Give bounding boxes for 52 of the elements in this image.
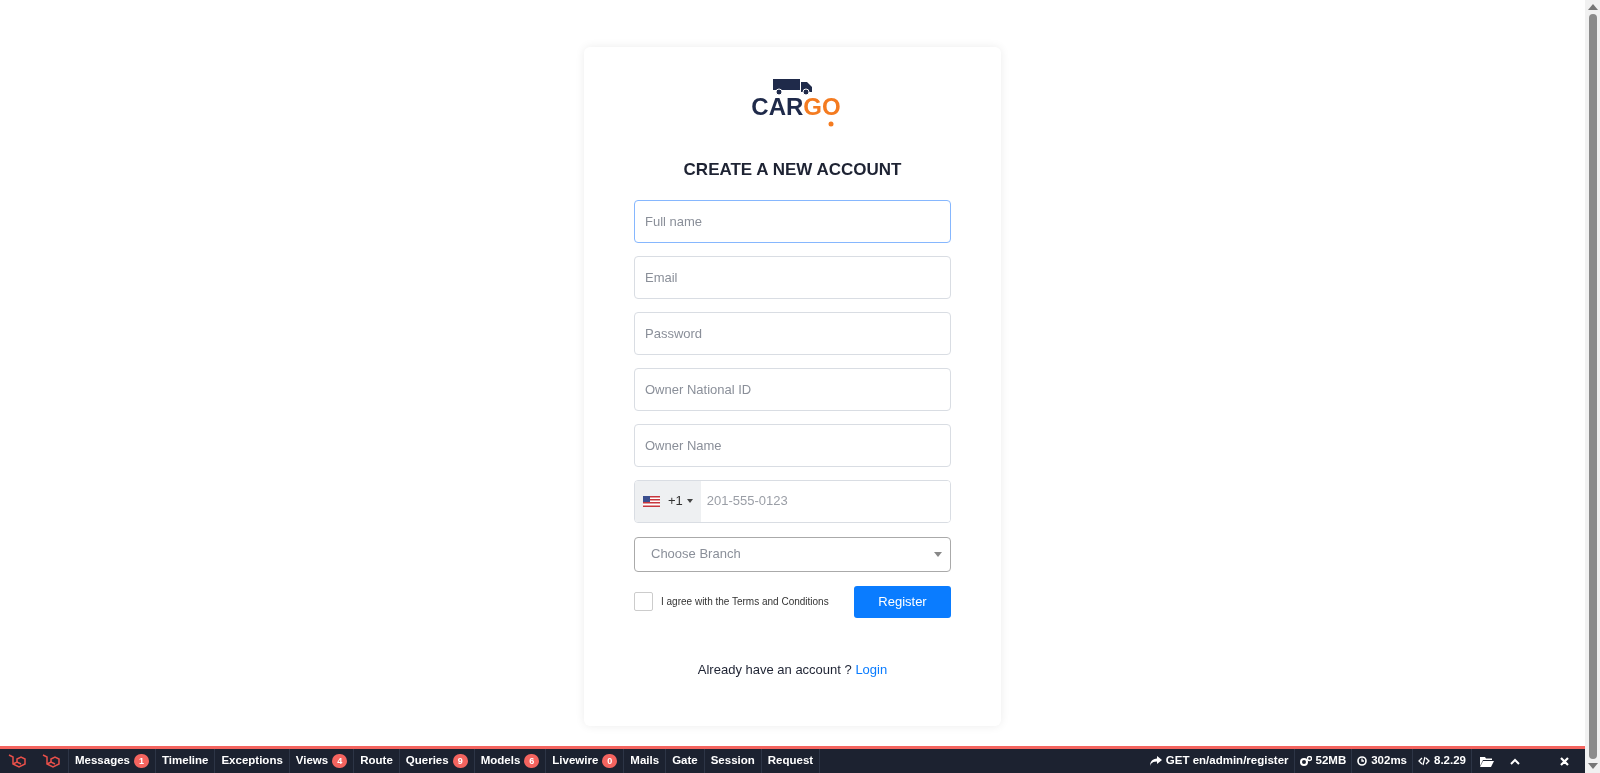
code-icon bbox=[1418, 756, 1430, 766]
status-text: 8.2.29 bbox=[1434, 753, 1466, 769]
debug-tab[interactable]: Mails bbox=[624, 749, 667, 773]
count-badge: 6 bbox=[524, 754, 540, 768]
debug-tab[interactable]: Queries 9 bbox=[399, 749, 475, 773]
scroll-down-arrow-icon[interactable] bbox=[1587, 763, 1598, 769]
chevron-up-icon[interactable] bbox=[1510, 757, 1520, 765]
status-text: 302ms bbox=[1371, 753, 1407, 769]
debug-tab[interactable]: Session bbox=[704, 749, 762, 773]
input-field[interactable]: Email bbox=[634, 255, 951, 299]
debug-tab[interactable]: Models 6 bbox=[474, 749, 547, 773]
form-heading: CREATE A NEW ACCOUNT bbox=[683, 160, 902, 179]
login-link[interactable]: Login bbox=[855, 661, 888, 677]
truck-icon bbox=[772, 79, 813, 95]
count-badge: 4 bbox=[332, 754, 348, 768]
phone-field[interactable]: +1 201-555-0123 bbox=[634, 479, 951, 523]
flag-icon bbox=[643, 495, 660, 507]
register-button[interactable]: Register bbox=[854, 585, 951, 618]
debug-tab[interactable]: Route bbox=[354, 749, 400, 773]
login-prompt: Already have an account ? Login bbox=[697, 661, 888, 677]
clock-icon bbox=[1357, 756, 1368, 766]
framework-logo-icon[interactable] bbox=[8, 753, 26, 769]
scrollbar[interactable] bbox=[1585, 0, 1600, 773]
count-badge: 1 bbox=[134, 754, 149, 768]
count-badge: 0 bbox=[602, 754, 618, 768]
gears-icon bbox=[1299, 756, 1312, 766]
close-icon[interactable] bbox=[1560, 756, 1569, 766]
debug-tab[interactable]: Views 4 bbox=[289, 749, 355, 773]
debug-tab[interactable]: Timeline bbox=[156, 749, 216, 773]
pin-icon bbox=[827, 121, 834, 127]
caret-icon bbox=[934, 551, 942, 557]
folder-icon[interactable] bbox=[1480, 755, 1494, 767]
checkbox[interactable] bbox=[634, 592, 653, 611]
logo-text: CARGO bbox=[751, 95, 841, 119]
input-field[interactable]: Owner National ID bbox=[634, 367, 951, 411]
input-field[interactable]: Full name bbox=[634, 199, 951, 243]
share-arrow-icon bbox=[1149, 756, 1162, 766]
terms-label: I agree with the Terms and Conditions bbox=[661, 595, 829, 609]
debug-tab[interactable]: Exceptions bbox=[215, 749, 290, 773]
count-badge: 9 bbox=[452, 754, 468, 768]
input-field[interactable]: Owner Name bbox=[634, 423, 951, 467]
debug-tab[interactable]: Gate bbox=[666, 749, 705, 773]
status-text: GET en/admin/register bbox=[1165, 753, 1289, 769]
debug-tab[interactable]: Messages 1 bbox=[69, 749, 156, 773]
caret-icon bbox=[686, 499, 693, 503]
debug-tab[interactable]: Livewire 0 bbox=[546, 749, 625, 773]
status-text: 52MB bbox=[1315, 753, 1347, 769]
scroll-up-arrow-icon[interactable] bbox=[1587, 4, 1598, 10]
framework-logo-icon[interactable] bbox=[42, 753, 60, 769]
country-dropdown[interactable]: +1 bbox=[635, 480, 701, 522]
debug-tab[interactable]: Request bbox=[761, 749, 821, 773]
input-field[interactable]: Password bbox=[634, 311, 951, 355]
